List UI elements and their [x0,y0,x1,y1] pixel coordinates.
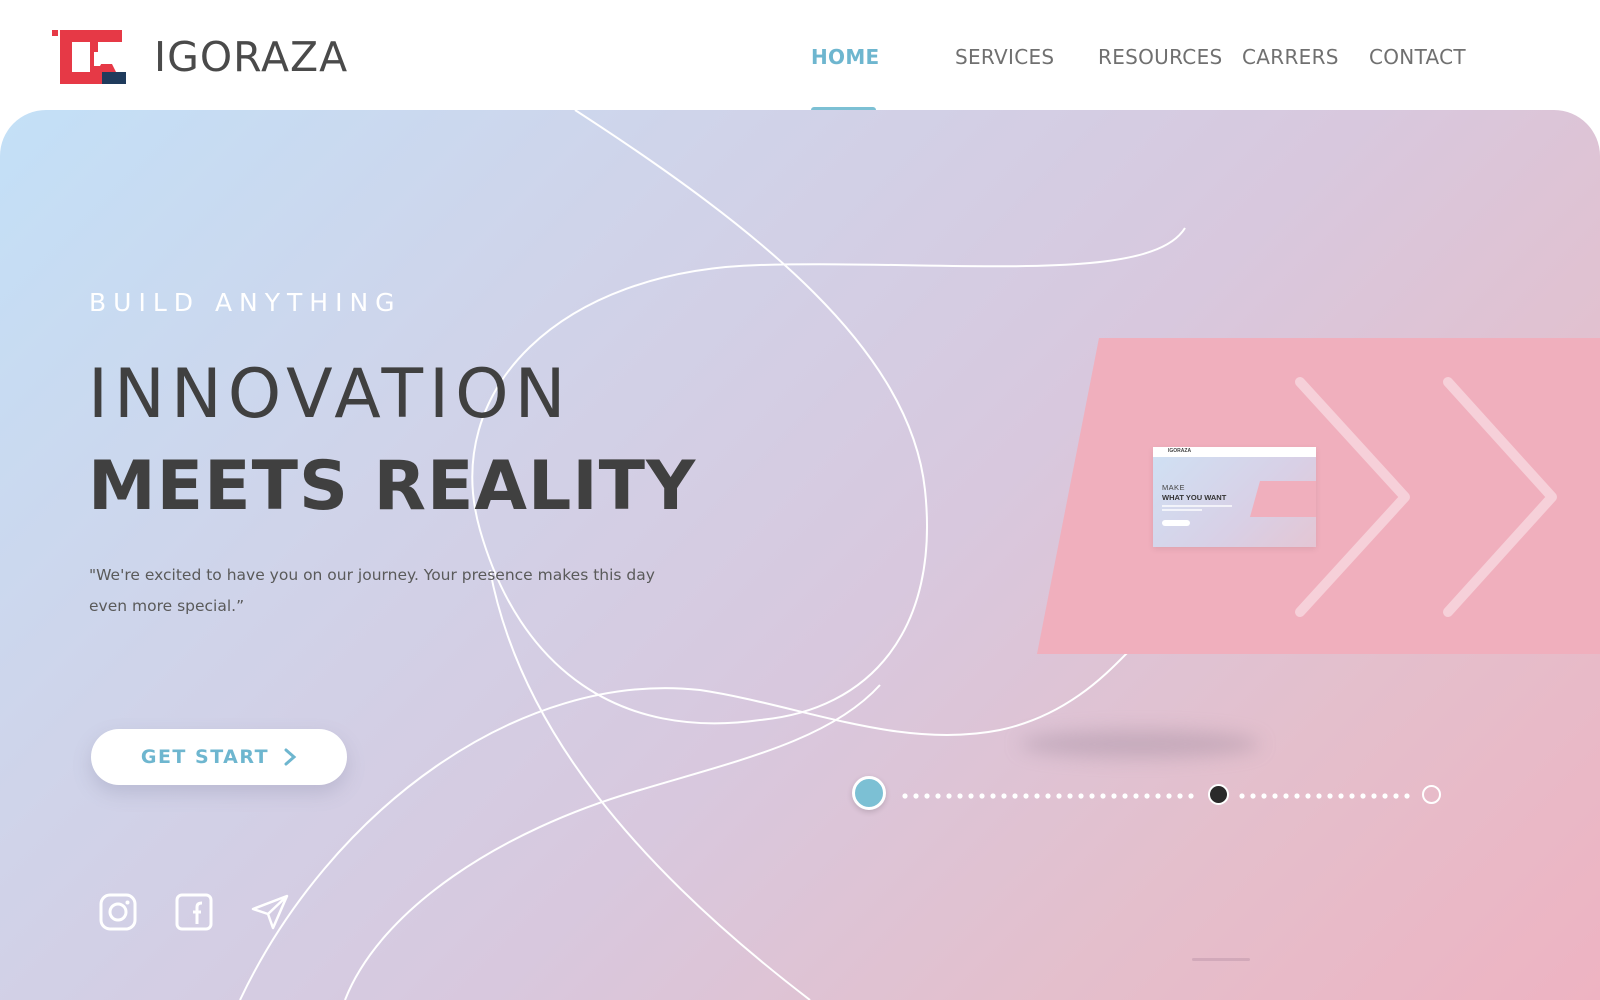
slider-track-dot [1316,793,1322,799]
slider-track-dot [946,793,952,799]
preview-headline-bold: WHAT YOU WANT [1162,493,1227,502]
brand-name[interactable]: IGORAZA [154,33,348,81]
slider-track-dot [1133,793,1139,799]
hero-headline-light: INNOVATION [88,355,572,434]
slider-track-dot [1404,793,1410,799]
slider-track-dot [1045,793,1051,799]
hero-section: BUILD ANYTHING INNOVATION MEETS REALITY … [0,110,1600,1000]
double-chevron-icon[interactable] [1280,372,1580,632]
nav-carrers[interactable]: CARRERS [1242,45,1339,69]
brand-logo-icon[interactable] [50,28,130,86]
slider-track-dot [1089,793,1095,799]
slider-track-dot [1283,793,1289,799]
slider-track-dot [1349,793,1355,799]
slider-track-dot [1261,793,1267,799]
get-start-button[interactable]: GET START [91,729,347,785]
slider-track-dot [1034,793,1040,799]
slider-track-dot [935,793,941,799]
slider-track-dot [1100,793,1106,799]
slider-track-dot [1188,793,1194,799]
facebook-icon[interactable] [175,893,213,931]
slider-track-dot [924,793,930,799]
slider-track-dot [1382,793,1388,799]
slider-track-dot [1122,793,1128,799]
slider-track-dot [1177,793,1183,799]
nav-services[interactable]: SERVICES [955,45,1054,69]
nav-contact[interactable]: CONTACT [1369,45,1466,69]
slider-track-dot [1305,793,1311,799]
preview-text-line [1162,509,1202,511]
slider-track-dot [1360,793,1366,799]
slider-track-dot [1393,793,1399,799]
slider-track-dot [957,793,963,799]
site-header: IGORAZA HOME SERVICES RESOURCES CARRERS … [0,0,1600,113]
slider-track-dot [1371,793,1377,799]
slider-track-dot [1056,793,1062,799]
slider-track-dot [979,793,985,799]
slider-dot-active[interactable] [852,776,886,810]
chevron-right-icon [284,748,297,766]
slider-track-dot [1012,793,1018,799]
slider-track-dot [1067,793,1073,799]
hero-headline-bold: MEETS REALITY [88,447,697,526]
instagram-icon[interactable] [99,893,137,931]
slider-track-dot [1155,793,1161,799]
hero-quote: "We're excited to have you on our journe… [89,566,655,615]
slider-track-dot [902,793,908,799]
slider-track-dot [1338,793,1344,799]
slider-track-dot [968,793,974,799]
slider-track-dot [1078,793,1084,799]
preview-text-line [1162,505,1232,507]
scroll-indicator [1192,958,1250,961]
slider-track-dot [1166,793,1172,799]
slider-dot-end[interactable] [1422,785,1441,804]
hero-kicker: BUILD ANYTHING [89,288,402,317]
preview-headline-light: MAKE [1162,483,1185,492]
preview-pink-panel [1250,481,1316,517]
get-start-label: GET START [140,746,270,768]
floating-shadow [1020,730,1260,758]
slider-track-dot [1023,793,1029,799]
preview-brand: IGORAZA [1168,448,1192,454]
preview-kicker [1162,475,1163,479]
slider-track-dot [990,793,996,799]
slider-track-dot [1144,793,1150,799]
slider-track-dot [1111,793,1117,799]
slider-track-dot [913,793,919,799]
slider-track-dot [1250,793,1256,799]
slider-track-dot [1294,793,1300,799]
slider-track-dot [1001,793,1007,799]
send-icon[interactable] [251,893,289,931]
nav-home[interactable]: HOME [811,45,880,69]
slider-track-dot [1327,793,1333,799]
slider-track[interactable] [880,790,1420,802]
nav-resources[interactable]: RESOURCES [1098,45,1223,69]
slider-track-dot [1239,793,1245,799]
slider-dot-current[interactable] [1208,784,1229,805]
preview-button [1162,520,1190,526]
slider-track-dot [1272,793,1278,799]
slide-preview-thumbnail[interactable]: IGORAZA MAKE WHAT YOU WANT [1153,447,1316,547]
